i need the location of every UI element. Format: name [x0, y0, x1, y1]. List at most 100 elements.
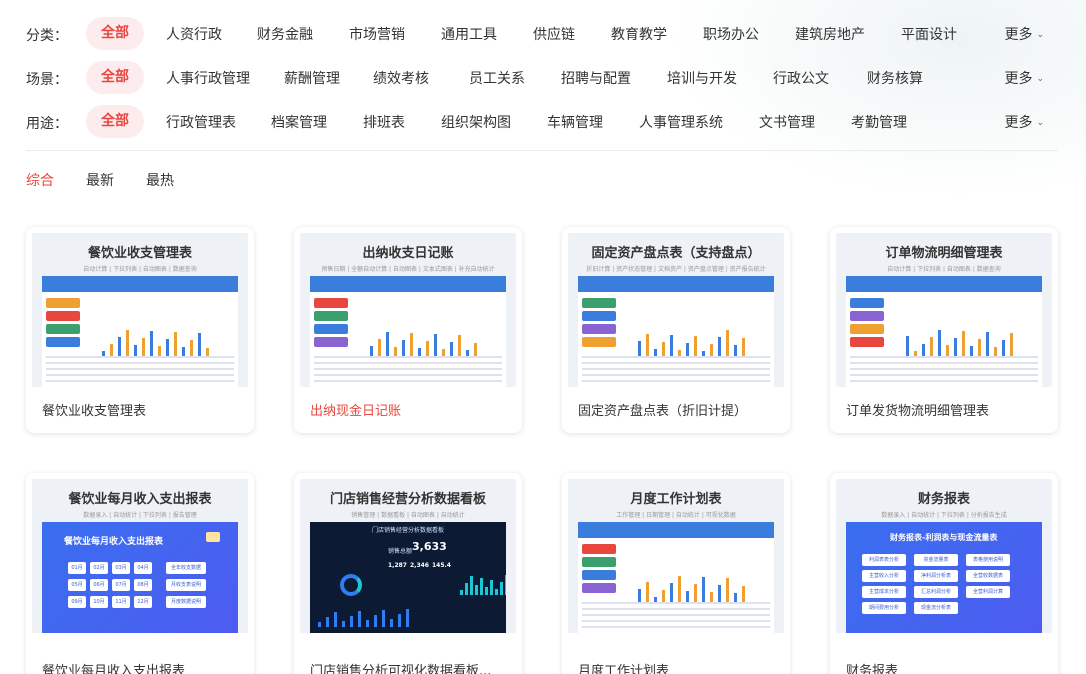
filter-item-all[interactable]: 全部	[86, 105, 144, 138]
sort-option[interactable]: 最热	[146, 170, 174, 190]
month-button[interactable]: 02月	[90, 562, 108, 574]
thumb-block	[582, 337, 616, 347]
filter-item[interactable]: 人事管理系统	[639, 112, 723, 132]
filter-item-all[interactable]: 全部	[86, 17, 144, 50]
month-button[interactable]: 06月	[90, 579, 108, 591]
thumb-block	[46, 337, 80, 347]
link-button[interactable]: 主营收入分析	[862, 570, 906, 582]
more-dropdown[interactable]: 更多 ⌄	[1004, 68, 1044, 88]
filter-item[interactable]: 薪酬管理	[284, 68, 340, 88]
thumb-bar	[742, 586, 745, 603]
template-card[interactable]: 订单物流明细管理表 自动计算 | 下拉列表 | 自动图表 | 数据查询 订单发货物流…	[830, 227, 1058, 433]
filter-item[interactable]: 招聘与配置	[561, 68, 631, 88]
link-button[interactable]: 月度数据说明	[166, 596, 206, 608]
link-button[interactable]: 现金流分析表	[914, 602, 958, 614]
sort-option[interactable]: 最新	[86, 170, 114, 190]
thumb-block	[850, 337, 884, 347]
thumb-header-bar	[846, 276, 1042, 292]
link-button[interactable]: 净利润分析表	[914, 570, 958, 582]
filter-item[interactable]: 培训与开发	[667, 68, 737, 88]
month-button[interactable]: 10月	[90, 596, 108, 608]
link-button[interactable]: 表格使用说明	[966, 554, 1010, 566]
thumb-bar	[410, 333, 413, 357]
thumb-line	[850, 374, 1038, 376]
thumbnail-title: 月度工作计划表	[630, 492, 722, 507]
link-button[interactable]: 全营利润计算	[966, 586, 1010, 598]
link-button[interactable]: 主营成本分析	[862, 586, 906, 598]
thumb-line	[46, 362, 234, 364]
card-title[interactable]: 固定资产盘点表（折旧计提）	[578, 400, 747, 419]
card-title[interactable]: 餐饮业每月收入支出报表	[42, 660, 185, 674]
more-dropdown[interactable]: 更多 ⌄	[1004, 24, 1044, 44]
template-card[interactable]: 月度工作计划表 工作管理 | 日期管理 | 自动统计 | 可视化数据 月度工作计划表	[562, 473, 790, 674]
filter-item[interactable]: 文书管理	[759, 112, 815, 132]
more-label: 更多	[1004, 115, 1033, 131]
thumb-block	[850, 311, 884, 321]
filter-item[interactable]: 车辆管理	[547, 112, 603, 132]
template-card[interactable]: 固定资产盘点表（支持盘点） 折旧计算 | 资产状态管理 | 文档资产 | 资产盘点…	[562, 227, 790, 433]
filter-item[interactable]: 绩效考核	[373, 68, 429, 88]
template-card[interactable]: 餐饮业每月收入支出报表 数据录入 | 自动统计 | 下拉列表 | 报告管理 餐饮业每…	[26, 473, 254, 674]
month-button[interactable]: 12月	[134, 596, 152, 608]
link-button[interactable]: 资金流量表	[914, 554, 958, 566]
filter-item[interactable]: 教育教学	[611, 24, 667, 44]
filter-item[interactable]: 财务核算	[867, 68, 923, 88]
card-thumbnail: 餐饮业每月收入支出报表 数据录入 | 自动统计 | 下拉列表 | 报告管理 餐饮业每…	[32, 479, 248, 633]
thumbnail-preview: 门店销售经营分析数据看板 销售总额 3,633 1,287 2,346 145.4	[310, 522, 506, 633]
thumb-bar	[646, 582, 649, 603]
card-title[interactable]: 门店销售分析可视化数据看板...	[310, 660, 491, 674]
thumb-bar	[470, 576, 473, 595]
link-button[interactable]: 全年收支数据	[166, 562, 206, 574]
month-button[interactable]: 05月	[68, 579, 86, 591]
filter-item[interactable]: 财务金融	[257, 24, 313, 44]
more-dropdown[interactable]: 更多 ⌄	[1004, 112, 1044, 132]
thumb-line	[314, 362, 502, 364]
dashboard-metric: 145.4	[432, 562, 451, 569]
link-button[interactable]: 汇总利润分析	[914, 586, 958, 598]
link-button[interactable]: 月收支表说明	[166, 579, 206, 591]
thumb-bar	[475, 585, 478, 595]
filter-item[interactable]: 职场办公	[703, 24, 759, 44]
filter-item[interactable]: 员工关系	[469, 68, 525, 88]
filter-item[interactable]: 排班表	[363, 112, 405, 132]
template-card[interactable]: 财务报表 数据录入 | 自动统计 | 下拉列表 | 分析报告生成 财务报表-利润表与…	[830, 473, 1058, 674]
template-card[interactable]: 出纳收支日记账 预售日期 | 全额自动计算 | 自动图表 | 文本式图表 | 补充…	[294, 227, 522, 433]
month-button[interactable]: 01月	[68, 562, 86, 574]
sort-option[interactable]: 综合	[26, 170, 54, 190]
filter-item[interactable]: 考勤管理	[851, 112, 907, 132]
month-button[interactable]: 04月	[134, 562, 152, 574]
filter-item[interactable]: 人资行政	[166, 24, 222, 44]
thumb-block	[314, 298, 348, 308]
link-button[interactable]: 利润表表分析	[862, 554, 906, 566]
thumb-line	[46, 356, 234, 358]
filter-item[interactable]: 建筑房地产	[795, 24, 865, 44]
filter-item[interactable]: 人事行政管理	[166, 68, 250, 88]
filter-item[interactable]: 档案管理	[271, 112, 327, 132]
filter-item[interactable]: 组织架构图	[441, 112, 511, 132]
filter-item-all[interactable]: 全部	[86, 61, 144, 94]
card-title[interactable]: 出纳现金日记账	[310, 400, 401, 419]
template-card[interactable]: 门店销售经营分析数据看板 销售管理 | 数据看板 | 自动图表 | 自动统计 门店销…	[294, 473, 522, 674]
card-title[interactable]: 月度工作计划表	[578, 660, 669, 674]
thumb-bar	[150, 331, 153, 357]
month-button[interactable]: 09月	[68, 596, 86, 608]
link-button[interactable]: 全营收数据表	[966, 570, 1010, 582]
thumb-bar	[378, 339, 381, 357]
thumb-bar	[726, 330, 729, 357]
thumb-bar	[190, 340, 193, 357]
filter-item[interactable]: 行政管理表	[166, 112, 236, 132]
filter-item[interactable]: 通用工具	[441, 24, 497, 44]
month-button[interactable]: 07月	[112, 579, 130, 591]
month-button[interactable]: 11月	[112, 596, 130, 608]
link-button[interactable]: 期间费用分析	[862, 602, 906, 614]
filter-item[interactable]: 供应链	[533, 24, 575, 44]
card-title[interactable]: 财务报表	[846, 660, 898, 674]
filter-item[interactable]: 平面设计	[901, 24, 957, 44]
template-card[interactable]: 餐饮业收支管理表 自动计算 | 下拉列表 | 自动图表 | 数据查询 餐饮业收支管理…	[26, 227, 254, 433]
month-button[interactable]: 03月	[112, 562, 130, 574]
filter-item[interactable]: 行政公文	[773, 68, 829, 88]
card-title[interactable]: 餐饮业收支管理表	[42, 400, 146, 419]
filter-item[interactable]: 市场营销	[349, 24, 405, 44]
card-title[interactable]: 订单发货物流明细管理表	[846, 400, 989, 419]
month-button[interactable]: 08月	[134, 579, 152, 591]
